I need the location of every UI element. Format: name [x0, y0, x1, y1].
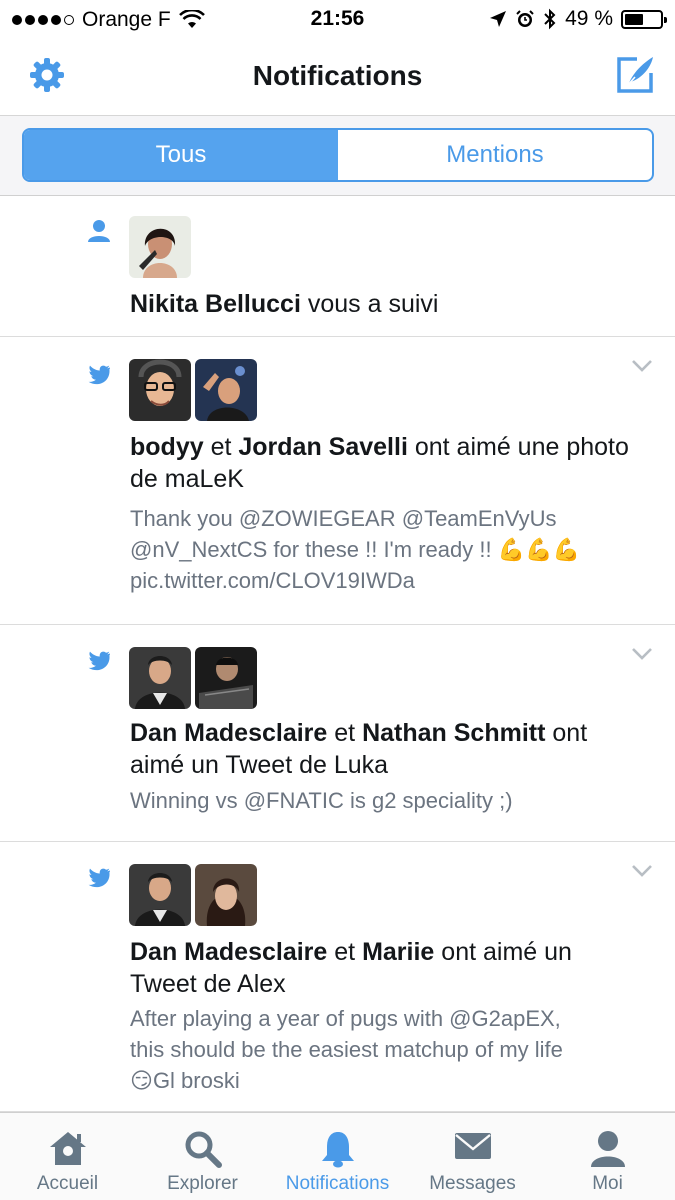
tab-notifications[interactable]: Notifications	[270, 1113, 405, 1200]
segment-area: Tous Mentions	[0, 116, 675, 196]
tab-bar: Accueil Explorer Notifications Messages …	[0, 1112, 675, 1200]
notification-list: Nikita Bellucci vous a suivi bodyy et Jo…	[0, 196, 675, 1112]
notification-item[interactable]: bodyy et Jordan Savelli ont aimé une pho…	[0, 337, 675, 625]
bluetooth-icon	[544, 8, 556, 30]
notification-item[interactable]: Dan Madesclaire et Nathan Schmitt ont ai…	[0, 625, 675, 842]
user-name[interactable]: bodyy	[130, 433, 204, 461]
twitter-bird-icon	[88, 365, 110, 385]
notification-text: Dan Madesclaire et Nathan Schmitt ont ai…	[130, 719, 588, 779]
page-title: Notifications	[252, 60, 423, 91]
user-name[interactable]: Jordan Savelli	[238, 433, 408, 461]
avatar-group	[129, 864, 257, 926]
notification-text: Nikita Bellucci vous a suivi	[130, 290, 439, 318]
chevron-down-icon[interactable]	[631, 647, 653, 661]
emoji: 😏	[130, 1068, 153, 1093]
chevron-down-icon[interactable]	[631, 864, 653, 878]
user-name[interactable]: Nathan Schmitt	[362, 719, 545, 747]
tab-mentions[interactable]: Mentions	[338, 130, 652, 180]
status-bar: Orange F 21:56 49 %	[0, 0, 675, 38]
bell-icon	[321, 1132, 354, 1168]
person-icon	[590, 1131, 625, 1167]
alarm-icon	[516, 10, 534, 27]
user-name[interactable]: Nikita Bellucci	[130, 290, 301, 318]
chevron-down-icon[interactable]	[631, 359, 653, 373]
twitter-bird-icon	[88, 868, 110, 888]
avatar[interactable]	[129, 216, 191, 278]
home-icon	[49, 1132, 86, 1165]
tab-messages[interactable]: Messages	[405, 1113, 540, 1200]
tab-home[interactable]: Accueil	[0, 1113, 135, 1200]
avatar[interactable]	[195, 359, 257, 421]
tweet-snippet[interactable]: Thank you @ZOWIEGEAR @TeamEnVyUs @nV_Nex…	[130, 503, 640, 596]
notification-item[interactable]: Nikita Bellucci vous a suivi	[0, 196, 675, 337]
tab-explore[interactable]: Explorer	[135, 1113, 270, 1200]
tweet-snippet[interactable]: Winning vs @FNATIC is g2 speciality ;)	[130, 785, 640, 816]
search-icon	[185, 1131, 222, 1168]
tab-me[interactable]: Moi	[540, 1113, 675, 1200]
notification-text: Dan Madesclaire et Mariie ont aimé un Tw…	[130, 938, 572, 998]
avatar[interactable]	[195, 647, 257, 709]
user-name[interactable]: Dan Madesclaire	[130, 719, 327, 747]
avatar-group	[129, 359, 257, 421]
envelope-icon	[454, 1133, 491, 1159]
avatar-group	[129, 647, 257, 709]
location-arrow-icon	[490, 11, 507, 27]
navigation-bar: Notifications	[0, 38, 675, 116]
emoji: 💪💪💪	[497, 537, 580, 562]
avatar-group	[129, 216, 191, 278]
user-name[interactable]: Mariie	[362, 938, 434, 966]
avatar[interactable]	[129, 864, 191, 926]
user-name[interactable]: Dan Madesclaire	[130, 938, 327, 966]
notification-item[interactable]: Dan Madesclaire et Mariie ont aimé un Tw…	[0, 842, 675, 1112]
tab-tous[interactable]: Tous	[24, 130, 338, 180]
avatar[interactable]	[129, 359, 191, 421]
twitter-bird-icon	[88, 651, 110, 671]
status-right: 49 %	[489, 7, 667, 31]
avatar[interactable]	[129, 647, 191, 709]
compose-icon[interactable]	[615, 53, 657, 95]
person-icon	[88, 220, 110, 242]
segmented-control: Tous Mentions	[22, 128, 654, 182]
battery-icon	[621, 9, 667, 29]
battery-percentage: 49 %	[565, 7, 613, 30]
tweet-snippet[interactable]: After playing a year of pugs with @G2apE…	[130, 1003, 640, 1096]
avatar[interactable]	[195, 864, 257, 926]
notification-text: bodyy et Jordan Savelli ont aimé une pho…	[130, 433, 629, 493]
